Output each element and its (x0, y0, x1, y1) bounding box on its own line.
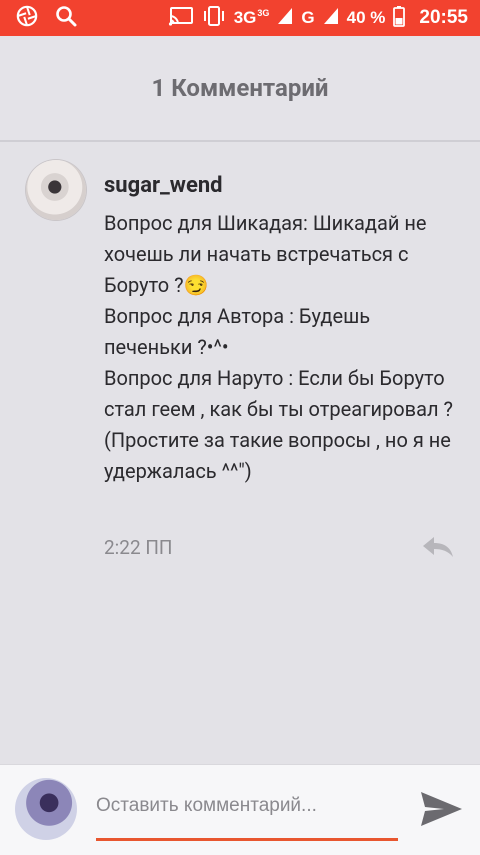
network-3g: 3G 3G (233, 8, 270, 27)
comment-input[interactable] (96, 795, 398, 817)
comment-username[interactable]: sugar_wend (104, 172, 454, 200)
reply-button[interactable] (420, 534, 456, 560)
cast-icon (168, 6, 194, 31)
page-header: 1 Комментарий (0, 36, 480, 142)
current-user-avatar (15, 778, 77, 840)
signal-icon (277, 7, 293, 30)
commenter-avatar[interactable] (26, 160, 86, 220)
battery-percent: 40 % (346, 8, 386, 27)
send-button[interactable] (418, 789, 464, 829)
compose-bar (0, 764, 480, 855)
comment-text: Вопрос для Шикадая: Шикадай не хочешь ли… (104, 211, 453, 483)
status-bar: 3G 3G G 40 % 20:55 (0, 0, 480, 36)
vibrate-icon (202, 5, 226, 32)
signal-icon-2 (323, 7, 339, 30)
battery-icon (393, 5, 406, 32)
reply-icon (423, 537, 453, 557)
page-title: 1 Комментарий (151, 74, 329, 102)
send-icon (421, 792, 462, 826)
comment-timestamp: 2:22 ПП (104, 536, 173, 559)
network-g: G (301, 8, 315, 27)
clock: 20:55 (419, 7, 468, 28)
aperture-icon (16, 5, 38, 32)
comment-body: sugar_wend Вопрос для Шикадая: Шикадай н… (104, 172, 454, 487)
search-icon (54, 4, 78, 33)
comment-input-wrapper (96, 795, 398, 841)
